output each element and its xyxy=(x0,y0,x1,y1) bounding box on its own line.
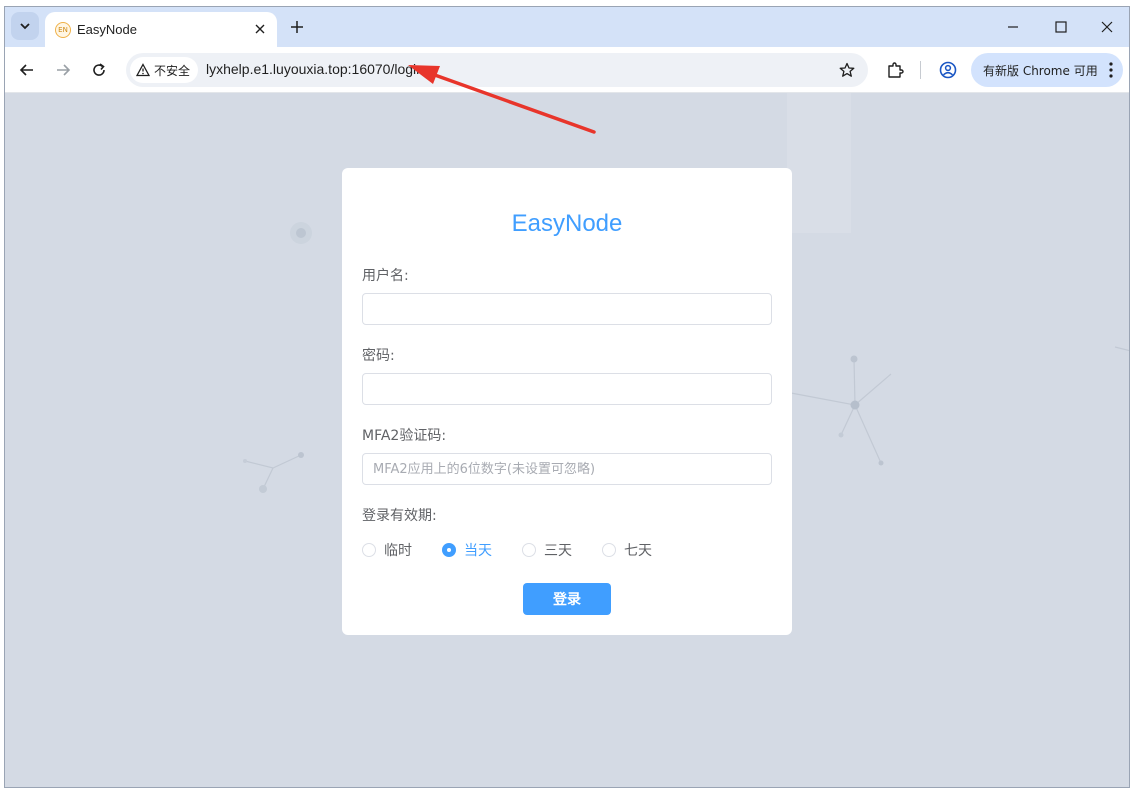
radio-three-days[interactable]: 三天 xyxy=(522,540,572,560)
reload-button[interactable] xyxy=(85,56,113,84)
mfa-input[interactable] xyxy=(362,453,772,485)
radio-temporary[interactable]: 临时 xyxy=(362,540,412,560)
reload-icon xyxy=(93,63,105,76)
profile-icon xyxy=(939,61,957,79)
password-label: 密码: xyxy=(362,348,395,364)
maximize-button[interactable] xyxy=(1043,13,1079,41)
username-input[interactable] xyxy=(362,293,772,325)
login-button[interactable]: 登录 xyxy=(523,583,611,615)
more-vert-icon xyxy=(1109,62,1113,78)
tab-title: EasyNode xyxy=(77,22,137,37)
forward-button[interactable] xyxy=(49,56,77,84)
login-card: EasyNode 用户名: 密码: MFA2验证码: 登录有效期: 临时 当天 xyxy=(342,168,792,635)
bookmark-button[interactable] xyxy=(836,59,858,81)
security-label: 不安全 xyxy=(154,63,191,78)
easynode-favicon: EN xyxy=(55,22,71,38)
username-label: 用户名: xyxy=(362,268,409,284)
url-text[interactable]: lyxhelp.e1.luyouxia.top:16070/login xyxy=(206,61,424,77)
plus-icon xyxy=(291,21,303,33)
new-tab-button[interactable] xyxy=(285,15,309,39)
security-chip[interactable]: 不安全 xyxy=(130,57,199,83)
forward-arrow-icon xyxy=(57,64,71,76)
close-window-button[interactable] xyxy=(1089,13,1125,41)
radio-label: 临时 xyxy=(384,543,412,559)
back-arrow-icon xyxy=(19,64,33,76)
maximize-icon xyxy=(1055,21,1067,33)
tab-easynode[interactable]: EN EasyNode xyxy=(45,12,277,47)
password-input[interactable] xyxy=(362,373,772,405)
radio-seven-days[interactable]: 七天 xyxy=(602,540,652,560)
tab-strip: EN EasyNode xyxy=(5,7,1129,47)
back-button[interactable] xyxy=(13,56,41,84)
validity-label: 登录有效期: xyxy=(362,508,437,524)
mfa-label: MFA2验证码: xyxy=(362,428,447,444)
toolbar-divider xyxy=(920,61,921,79)
radio-circle xyxy=(522,543,536,557)
login-title: EasyNode xyxy=(511,210,623,237)
radio-today[interactable]: 当天 xyxy=(442,540,492,560)
extensions-icon xyxy=(888,62,904,78)
tab-search-icon xyxy=(20,23,30,30)
profile-button[interactable] xyxy=(936,58,960,82)
address-bar[interactable]: 不安全 lyxhelp.e1.luyouxia.top:16070/login xyxy=(126,53,868,87)
browser-toolbar: 不安全 lyxhelp.e1.luyouxia.top:16070/login … xyxy=(5,47,1129,93)
update-label: 有新版 Chrome 可用 xyxy=(983,63,1098,78)
minimize-icon xyxy=(1008,26,1018,28)
radio-label: 三天 xyxy=(544,543,572,559)
validity-radio-group: 临时 当天 三天 七天 xyxy=(362,540,682,560)
browser-window: EN EasyNode 不安全 lyxhelp.e1.luyouxia.top:… xyxy=(4,6,1130,788)
radio-circle xyxy=(362,543,376,557)
warning-icon xyxy=(136,63,150,77)
extensions-button[interactable] xyxy=(883,58,907,82)
page-content: EasyNode 用户名: 密码: MFA2验证码: 登录有效期: 临时 当天 xyxy=(5,93,1129,787)
radio-circle xyxy=(442,543,456,557)
close-icon xyxy=(1101,21,1113,33)
chrome-update-button[interactable]: 有新版 Chrome 可用 xyxy=(971,53,1123,87)
radio-label: 当天 xyxy=(464,543,492,559)
tab-close-button[interactable] xyxy=(251,20,269,38)
tab-search-button[interactable] xyxy=(11,12,39,40)
radio-label: 七天 xyxy=(624,543,652,559)
star-icon xyxy=(839,62,855,77)
radio-circle xyxy=(602,543,616,557)
close-icon xyxy=(255,24,265,34)
minimize-button[interactable] xyxy=(995,13,1031,41)
